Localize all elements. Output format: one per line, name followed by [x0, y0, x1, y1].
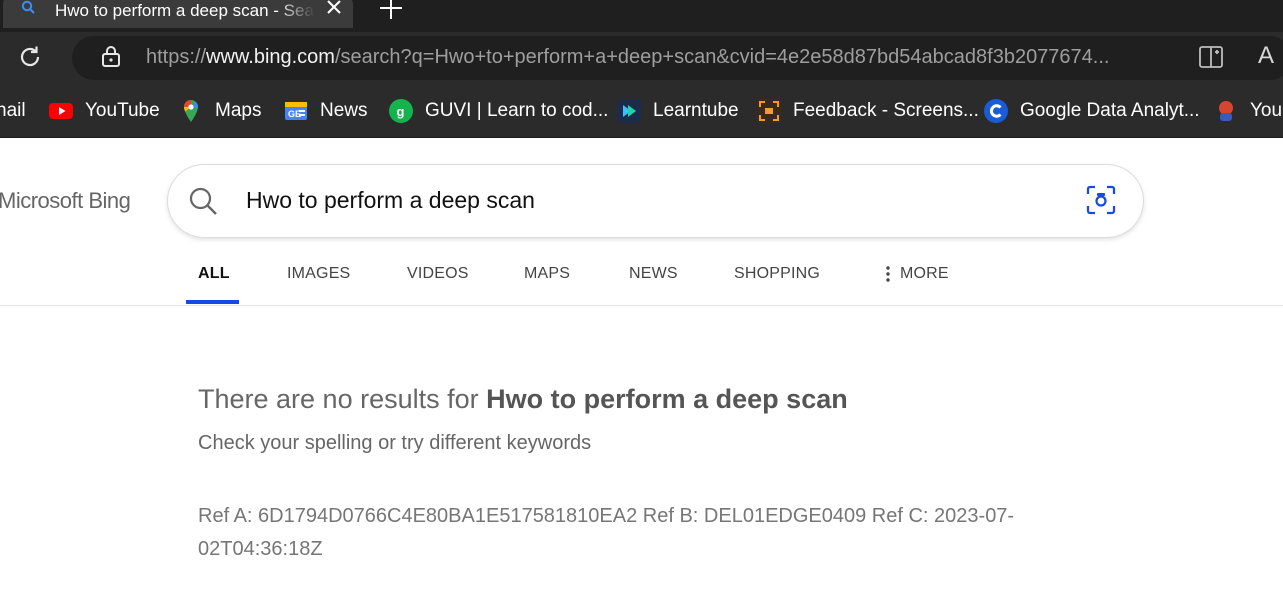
visual-search-icon[interactable]: [1086, 185, 1116, 215]
new-tab-icon[interactable]: [379, 0, 403, 20]
bookmark-google-data-analytics[interactable]: Google Data Analyt...: [984, 97, 1200, 125]
no-results-query: Hwo to perform a deep scan: [486, 384, 848, 414]
tab-more[interactable]: MORE: [900, 265, 949, 283]
bookmark-label: YouTube: [85, 100, 160, 121]
browser-tab-active[interactable]: Hwo to perform a deep scan - Search: [3, 0, 353, 28]
bookmark-learntube[interactable]: Learntube: [617, 97, 739, 125]
guvi-icon: g: [389, 99, 413, 123]
tab-strip: Hwo to perform a deep scan - Search: [0, 0, 1283, 32]
feedback-icon: [757, 99, 781, 123]
reload-icon[interactable]: [17, 44, 43, 70]
bookmark-label: Learntube: [653, 100, 739, 121]
bookmark-news[interactable]: GE News: [284, 97, 368, 125]
learntube-icon: [617, 99, 641, 123]
active-tab-indicator: [186, 300, 239, 304]
avatar-icon: [1219, 101, 1233, 121]
lock-icon[interactable]: [100, 44, 122, 68]
close-tab-icon[interactable]: [324, 0, 344, 17]
favorites-bar: nail YouTube Maps GE News g GUVI | Learn…: [0, 85, 1283, 138]
bookmark-label: nail: [0, 100, 26, 121]
url-text[interactable]: https://www.bing.com/search?q=Hwo+to+per…: [146, 45, 1176, 69]
bookmark-guvi[interactable]: g GUVI | Learn to cod...: [389, 97, 608, 125]
reference-ids: Ref A: 6D1794D0766C4E80BA1E517581810EA2 …: [198, 505, 1015, 560]
tab-shopping[interactable]: SHOPPING: [734, 265, 820, 283]
bookmark-label: Google Data Analyt...: [1020, 100, 1200, 121]
maps-icon: [184, 100, 199, 122]
tab-images[interactable]: IMAGES: [287, 265, 350, 283]
tab-maps[interactable]: MAPS: [524, 265, 570, 283]
bookmark-gmail[interactable]: nail: [0, 97, 26, 125]
read-aloud-icon[interactable]: A: [1258, 42, 1283, 70]
spelling-hint: Check your spelling or try different key…: [198, 432, 592, 454]
split-screen-icon[interactable]: [1198, 44, 1224, 70]
bing-search-icon: [21, 0, 35, 14]
coursera-icon: [984, 99, 1008, 123]
bookmark-label: You: [1250, 100, 1283, 121]
tab-videos[interactable]: VIDEOS: [407, 265, 469, 283]
url-scheme: https://: [146, 46, 207, 68]
tab-title: Hwo to perform a deep scan - Search: [55, 2, 315, 20]
search-input[interactable]: Hwo to perform a deep scan: [246, 187, 535, 214]
url-path: /search?q=Hwo+to+perform+a+deep+scan&cvi…: [334, 46, 1110, 68]
youtube-icon: [49, 103, 73, 119]
search-icon[interactable]: [188, 186, 218, 216]
bookmark-you[interactable]: You: [1214, 97, 1282, 125]
bookmark-label: News: [320, 100, 368, 121]
bookmark-label: GUVI | Learn to cod...: [425, 100, 609, 121]
no-results-message: There are no results for Hwo to perform …: [198, 384, 848, 415]
bookmark-label: Maps: [215, 100, 262, 121]
bookmark-maps[interactable]: Maps: [179, 97, 261, 125]
tab-news[interactable]: NEWS: [629, 265, 678, 283]
more-vertical-icon[interactable]: [886, 266, 890, 282]
tab-all[interactable]: ALL: [198, 265, 230, 283]
bookmark-youtube[interactable]: YouTube: [49, 97, 160, 125]
url-host: www.bing.com: [206, 46, 335, 68]
svg-text:g: g: [397, 104, 405, 119]
search-scope-tabs: ALL IMAGES VIDEOS MAPS NEWS SHOPPING MOR…: [0, 255, 1283, 306]
news-icon: GE: [285, 102, 307, 120]
bing-logo[interactable]: Microsoft Bing: [0, 188, 131, 214]
toolbar: https://www.bing.com/search?q=Hwo+to+per…: [0, 32, 1283, 85]
no-results-prefix: There are no results for: [198, 384, 487, 414]
bookmark-feedback[interactable]: Feedback - Screens...: [757, 97, 979, 125]
bookmark-label: Feedback - Screens...: [793, 100, 979, 121]
